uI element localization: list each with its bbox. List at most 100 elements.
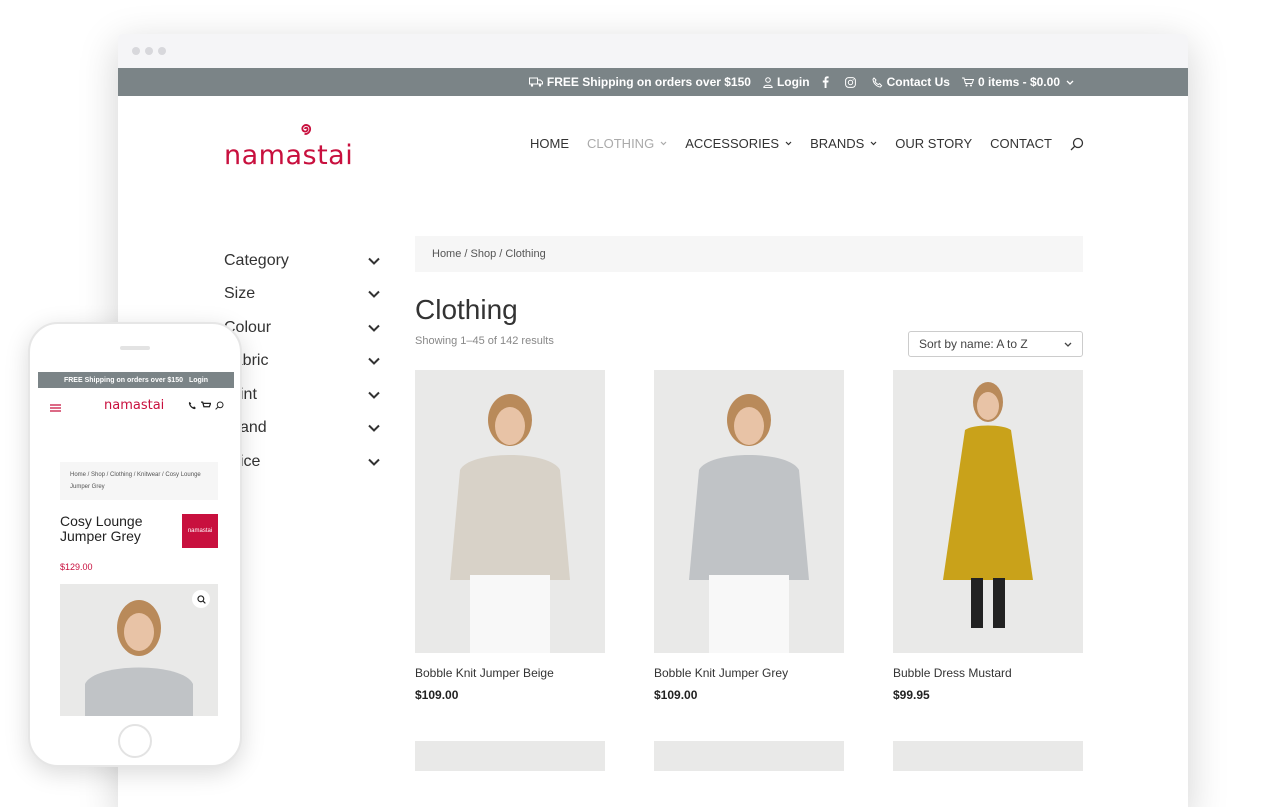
phone-home-button (118, 724, 152, 758)
product-name[interactable]: Bobble Knit Jumper Beige (415, 666, 605, 680)
mobile-product-price: $129.00 (60, 562, 93, 572)
model-figure (450, 394, 570, 653)
mobile-header: namastai (38, 388, 234, 424)
site-logo[interactable]: namastai (224, 118, 384, 178)
product-image[interactable] (654, 370, 844, 653)
nav-label: OUR STORY (895, 136, 973, 151)
chevron-down-icon (1066, 80, 1074, 85)
filter-print[interactable]: Print (224, 378, 380, 412)
facebook-icon (822, 76, 829, 88)
filter-colour[interactable]: Colour (224, 311, 380, 345)
chevron-down-icon (368, 257, 380, 265)
phone-speaker (120, 346, 150, 350)
browser-chrome (118, 34, 1188, 68)
login-link[interactable]: Login (763, 75, 810, 89)
nav-clothing[interactable]: CLOTHING (587, 136, 667, 151)
instagram-icon (844, 76, 856, 88)
sort-value: Sort by name: A to Z (919, 337, 1028, 351)
filter-price[interactable]: Price (224, 445, 380, 479)
phone-icon (872, 76, 882, 88)
results-count: Showing 1–45 of 142 results (415, 335, 554, 347)
chevron-down-icon (660, 141, 667, 146)
product-image[interactable] (654, 741, 844, 771)
cart-icon[interactable] (201, 401, 211, 410)
mobile-product-image[interactable] (60, 584, 218, 716)
brand-badge: namastai (182, 514, 218, 548)
truck-icon (528, 77, 543, 87)
site-header: namastai HOME CLOTHING ACCESSORIES BRAND… (118, 96, 1188, 208)
logo-swirl-icon (301, 124, 312, 135)
instagram-link[interactable] (844, 76, 860, 88)
product-price: $99.95 (893, 688, 930, 702)
nav-label: CONTACT (990, 136, 1052, 151)
mobile-free-shipping: FREE Shipping on orders over $150 (63, 376, 183, 384)
user-icon (763, 76, 773, 88)
contact-us-label: Contact Us (886, 75, 950, 89)
nav-contact[interactable]: CONTACT (990, 136, 1052, 151)
mobile-breadcrumb[interactable]: Home / Shop / Clothing / Knitwear / Cosy… (60, 462, 218, 500)
logo-text: namastai (224, 140, 354, 171)
facebook-link[interactable] (822, 76, 833, 88)
window-dot (158, 47, 166, 55)
window-dot (145, 47, 153, 55)
product-card[interactable]: Bobble Knit Jumper Beige $109.00 (415, 370, 605, 702)
chevron-down-icon (368, 425, 380, 433)
nav-label: ACCESSORIES (685, 136, 780, 151)
product-name[interactable]: Bobble Knit Jumper Grey (654, 666, 844, 680)
chevron-down-icon (1064, 342, 1072, 347)
cart-label: 0 items - $0.00 (977, 75, 1060, 89)
phone-icon[interactable] (188, 401, 197, 410)
page-title: Clothing (415, 294, 518, 325)
filter-size[interactable]: Size (224, 278, 380, 312)
free-shipping-notice: FREE Shipping on orders over $150 (528, 75, 751, 89)
search-icon[interactable] (215, 401, 224, 410)
nav-our-story[interactable]: OUR STORY (895, 136, 972, 151)
filter-sidebar: Category Size Colour Fabric Print Brand … (224, 244, 380, 479)
filter-category[interactable]: Category (224, 244, 380, 278)
filter-label: Category (224, 251, 289, 269)
window-dot (132, 47, 140, 55)
filter-label: Size (224, 285, 256, 303)
nav-brands[interactable]: BRANDS (810, 136, 877, 151)
filter-fabric[interactable]: Fabric (224, 345, 380, 379)
login-label: Login (776, 75, 810, 89)
mobile-header-icons (188, 401, 224, 410)
nav-home[interactable]: HOME (530, 136, 569, 151)
phone-screen: FREE Shipping on orders over $150 Login … (38, 372, 234, 716)
breadcrumb[interactable]: Home / Shop / Clothing (415, 236, 1083, 272)
free-shipping-text: FREE Shipping on orders over $150 (546, 75, 751, 89)
product-image[interactable] (415, 741, 605, 771)
browser-window: FREE Shipping on orders over $150 Login … (118, 34, 1188, 807)
chevron-down-icon (368, 391, 380, 399)
hamburger-menu-icon[interactable] (50, 404, 61, 412)
filter-brand[interactable]: Brand (224, 412, 380, 446)
sort-select[interactable]: Sort by name: A to Z (908, 331, 1083, 357)
chevron-down-icon (368, 291, 380, 299)
model-figure (689, 394, 809, 653)
mobile-login-link[interactable]: Login (189, 377, 208, 384)
stage: FREE Shipping on orders over $150 Login … (0, 0, 1273, 807)
product-image[interactable] (893, 741, 1083, 771)
mobile-product-title: Cosy Lounge Jumper Grey (60, 513, 143, 544)
product-card[interactable]: Bubble Dress Mustard $99.95 (893, 370, 1083, 702)
mobile-logo[interactable]: namastai (104, 398, 164, 413)
cart-summary[interactable]: 0 items - $0.00 (961, 75, 1078, 89)
product-price: $109.00 (415, 688, 459, 702)
product-price: $109.00 (654, 688, 698, 702)
nav-label: BRANDS (810, 136, 865, 151)
contact-us-link[interactable]: Contact Us (872, 75, 950, 89)
model-figure (943, 382, 1033, 628)
product-card[interactable]: Bobble Knit Jumper Grey $109.00 (654, 370, 844, 702)
search-button[interactable] (1070, 137, 1084, 151)
main-nav: HOME CLOTHING ACCESSORIES BRANDS OUR STO… (512, 136, 1084, 151)
zoom-icon[interactable] (192, 590, 210, 608)
product-image[interactable] (415, 370, 605, 653)
chevron-down-icon (785, 141, 792, 146)
product-name[interactable]: Bubble Dress Mustard (893, 666, 1083, 680)
cart-icon (961, 77, 974, 87)
search-icon (1070, 137, 1084, 150)
product-image[interactable] (893, 370, 1083, 653)
chevron-down-icon (870, 141, 877, 146)
nav-label: CLOTHING (587, 136, 655, 151)
nav-accessories[interactable]: ACCESSORIES (685, 136, 792, 151)
